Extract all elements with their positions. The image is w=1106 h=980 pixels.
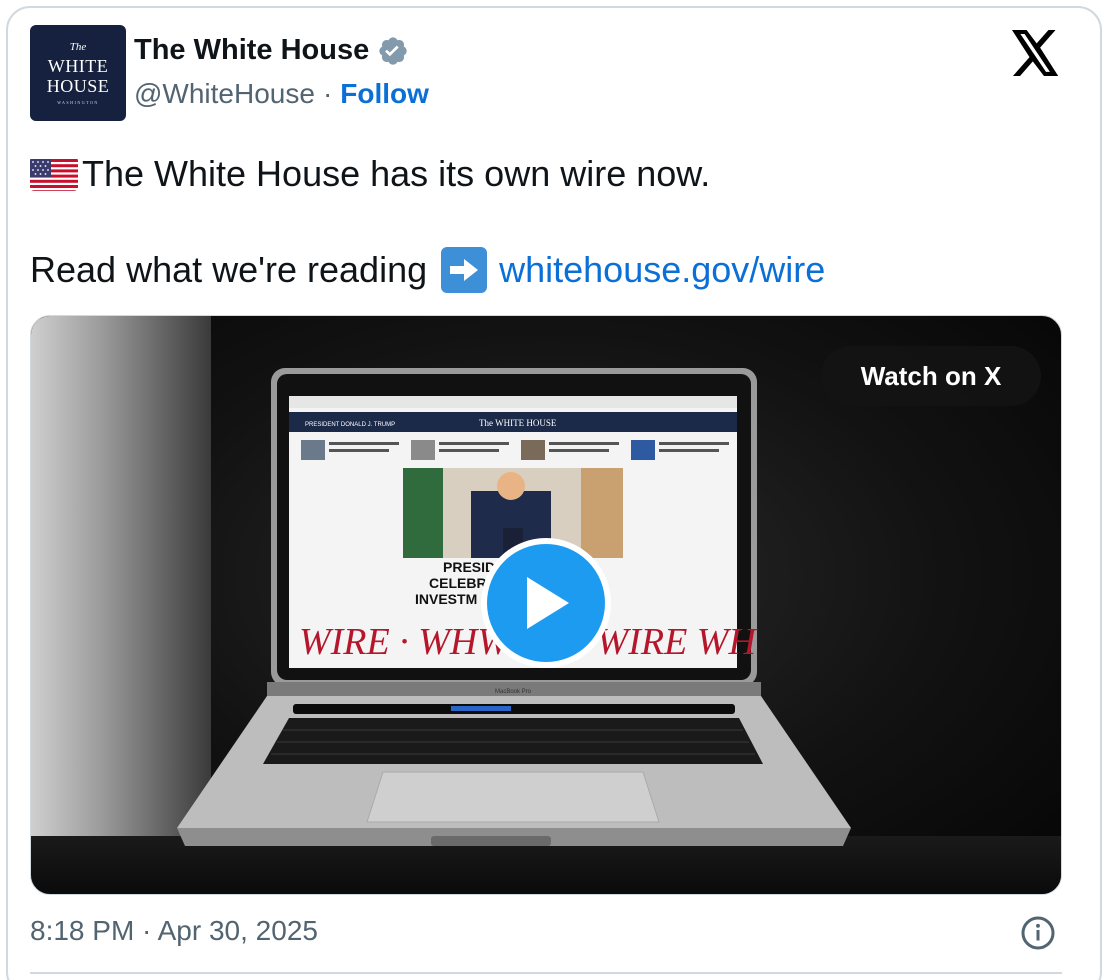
avatar-line-white: WHITE (47, 55, 109, 76)
tweet-line-2: Read what we're reading whitehouse.gov/w… (30, 246, 1070, 294)
screen-brand-text: The WHITE HOUSE (479, 418, 557, 428)
tweet-line-1-text: The White House has its own wire now. (82, 153, 711, 194)
screen-headline-2: CELEBR (429, 575, 487, 591)
follow-button[interactable]: Follow (340, 78, 429, 110)
us-flag-icon (30, 157, 78, 191)
display-name[interactable]: The White House (134, 34, 369, 67)
tweet-line-2-text: Read what we're reading (30, 249, 428, 290)
info-icon[interactable] (1020, 915, 1056, 951)
watch-on-x-button[interactable]: Watch on X (821, 346, 1041, 406)
handle-separator: · (322, 78, 333, 109)
footer-divider (30, 972, 1062, 974)
wire-link[interactable]: whitehouse.gov/wire (499, 246, 825, 294)
video-player[interactable]: PRESIDENT DONALD J. TRUMP The WHITE HOUS… (30, 315, 1062, 895)
avatar-line-washington: WASHINGTON (57, 99, 99, 105)
handle-row: @WhiteHouse · Follow (134, 78, 429, 110)
handle[interactable]: @WhiteHouse (134, 78, 315, 110)
laptop-label: MacBook Pro (495, 689, 532, 695)
avatar-line-the: The (69, 40, 87, 53)
avatar[interactable]: The WHITE HOUSE WASHINGTON (30, 25, 126, 121)
verified-badge-icon (377, 35, 409, 67)
play-button[interactable] (481, 538, 611, 668)
right-arrow-icon (441, 247, 488, 293)
tweet-line-1: The White House has its own wire now. (30, 150, 1070, 198)
tweet-text: The White House has its own wire now. Re… (30, 150, 1070, 294)
play-icon (527, 577, 569, 629)
x-logo-icon[interactable] (1012, 30, 1060, 76)
screen-nav-text: PRESIDENT DONALD J. TRUMP (305, 422, 395, 428)
author-name-row: The White House (134, 34, 409, 67)
tweet-timestamp[interactable]: 8:18 PM · Apr 30, 2025 (30, 915, 318, 947)
avatar-line-house: HOUSE (46, 75, 110, 96)
screen-headline-3: INVESTM (415, 591, 477, 607)
